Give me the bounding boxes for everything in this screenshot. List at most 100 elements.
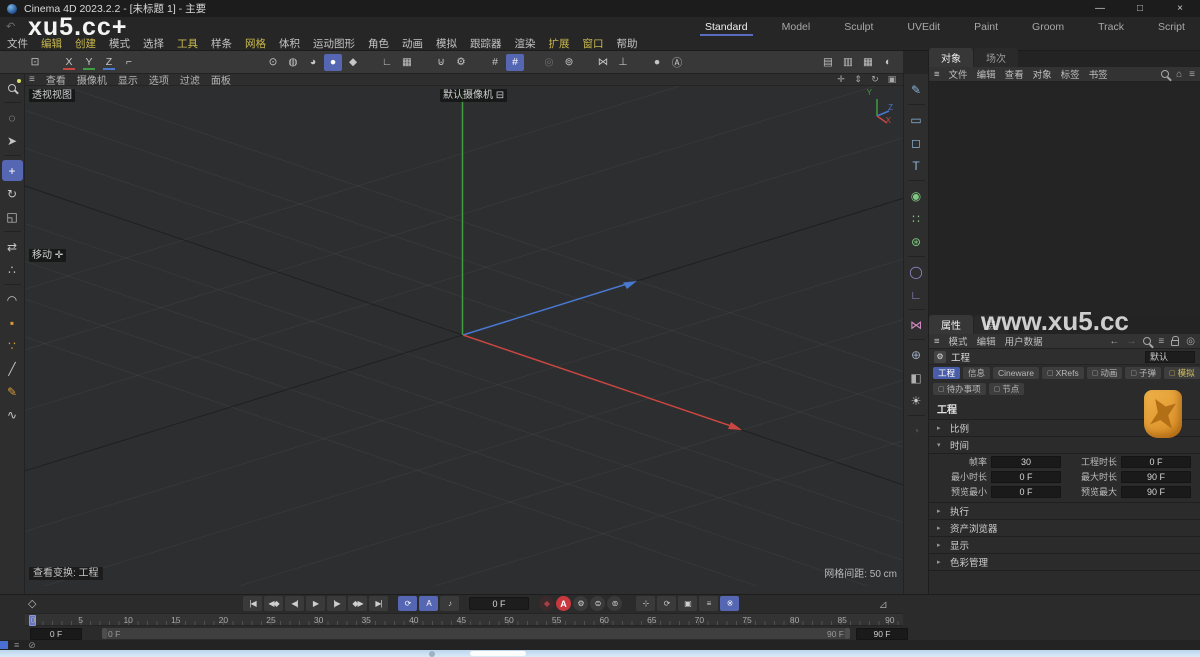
fcurve-editor-icon[interactable]: ⊿ — [879, 598, 888, 611]
viewport[interactable]: ≡ 查看摄像机显示选项过滤面板✛⇕↻▣ — [25, 74, 903, 594]
spline-primitive-button[interactable]: ▭ — [906, 109, 927, 130]
menu-网格[interactable]: 网格 — [245, 36, 266, 51]
filter-icon[interactable]: ≡ — [1189, 69, 1195, 80]
keyframe-marker-icon[interactable]: ◇ — [28, 597, 36, 610]
view-label[interactable]: 透视视图 — [29, 89, 75, 102]
viewport-menu-面板[interactable]: 面板 — [211, 72, 231, 87]
filter-icon[interactable]: ≡ — [1158, 336, 1164, 347]
attribute-tab-XRefs[interactable]: ▢XRefs — [1042, 367, 1084, 379]
layout-tab-track[interactable]: Track — [1081, 17, 1141, 37]
am-menu-用户数据[interactable]: 用户数据 — [1005, 334, 1043, 348]
menu-样条[interactable]: 样条 — [211, 36, 232, 51]
max-time-input[interactable]: 90 F — [1121, 471, 1191, 483]
spline-arc-pen-button[interactable]: ◠ — [2, 289, 23, 310]
attribute-tab-Cineware[interactable]: Cineware — [993, 367, 1039, 379]
hamburger-icon[interactable]: ≡ — [934, 69, 940, 80]
layout-tab-model[interactable]: Model — [765, 17, 828, 37]
close-button[interactable]: × — [1160, 0, 1200, 17]
menu-工具[interactable]: 工具 — [177, 36, 198, 51]
loop-playback-toggle[interactable]: ⟳ — [398, 596, 417, 611]
keyframe-selection-button[interactable]: ⚙ — [573, 596, 588, 611]
layout-tab-groom[interactable]: Groom — [1015, 17, 1081, 37]
tab-属性[interactable]: 属性 — [929, 315, 973, 334]
record-position-button[interactable]: ⊜ — [590, 596, 605, 611]
attribute-tab-待办事项[interactable]: ▢待办事项 — [933, 383, 986, 395]
menu-模式[interactable]: 模式 — [109, 36, 130, 51]
preview-min-input[interactable]: 0 F — [991, 486, 1061, 498]
section-color-management[interactable]: ▸ 色彩管理 — [929, 554, 1200, 571]
section-asset-browser[interactable]: ▸ 资产浏览器 — [929, 520, 1200, 537]
next-frame-button[interactable]: |▶ — [327, 596, 346, 611]
viewport-menu-过滤[interactable]: 过滤 — [180, 72, 200, 87]
viewport-menu-显示[interactable]: 显示 — [118, 72, 138, 87]
menu-文件[interactable]: 文件 — [7, 36, 28, 51]
tab-对象[interactable]: 对象 — [929, 48, 973, 67]
home-icon[interactable]: ⌂ — [1176, 69, 1182, 80]
record-plc-button[interactable]: ⊹ — [636, 596, 655, 611]
menu-选择[interactable]: 选择 — [143, 36, 164, 51]
render-settings-button[interactable]: ▦ — [859, 54, 877, 71]
edge-mode-button[interactable]: ◍ — [284, 54, 302, 71]
attribute-tab-子弹[interactable]: ▢子弹 — [1125, 367, 1161, 379]
preview-range-slider[interactable]: 0 F 90 F — [102, 628, 850, 639]
layout-tab-uvedit[interactable]: UVEdit — [890, 17, 957, 37]
pan-view-icon[interactable]: ✛ — [834, 74, 848, 86]
range-end-input[interactable]: 90 F — [856, 628, 908, 640]
layout-tab-standard[interactable]: Standard — [688, 17, 765, 37]
menu-窗口[interactable]: 窗口 — [583, 36, 604, 51]
menu-渲染[interactable]: 渲染 — [515, 36, 536, 51]
lock-x-axis-button[interactable]: X — [60, 54, 78, 71]
menu-体积[interactable]: 体积 — [279, 36, 300, 51]
goto-end-button[interactable]: ▶| — [369, 596, 388, 611]
spline-pen-square-button[interactable]: ▪ — [2, 312, 23, 333]
snap-enable-button[interactable]: ⊍ — [432, 54, 450, 71]
attribute-tab-动画[interactable]: ▢动画 — [1087, 367, 1123, 379]
timeline-ruler[interactable]: 051015202530354045505560657075808590 — [25, 613, 903, 626]
menu-扩展[interactable]: 扩展 — [549, 36, 570, 51]
modeling-axis-button[interactable]: ⊚ — [560, 54, 578, 71]
live-selection-button[interactable]: ◌ — [2, 107, 23, 128]
minimize-button[interactable]: — — [1080, 0, 1120, 17]
layout-tab-script[interactable]: Script — [1141, 17, 1200, 37]
forward-icon[interactable]: → — [1126, 336, 1136, 347]
viewport-menu-查看[interactable]: 查看 — [46, 72, 66, 87]
viewport-menu-选项[interactable]: 选项 — [149, 72, 169, 87]
layout-tab-sculpt[interactable]: Sculpt — [827, 17, 890, 37]
tab-场次[interactable]: 场次 — [974, 48, 1018, 67]
am-menu-模式[interactable]: 模式 — [949, 334, 968, 348]
audio-scrub-toggle[interactable]: A — [419, 596, 438, 611]
spline-pen-points-button[interactable]: ∵ — [2, 335, 23, 356]
render-view-button[interactable]: ▤ — [819, 54, 837, 71]
om-menu-查看[interactable]: 查看 — [1005, 67, 1024, 81]
back-icon[interactable]: ← — [1109, 336, 1119, 347]
next-key-button[interactable]: ◆▶ — [348, 596, 367, 611]
menu-创建[interactable]: 创建 — [75, 36, 96, 51]
material-button[interactable]: ◔ — [906, 420, 927, 441]
cloner-object-button[interactable]: ∷ — [906, 208, 927, 229]
section-execution[interactable]: ▸ 执行 — [929, 503, 1200, 520]
quantize-settings-button[interactable]: # — [506, 54, 524, 71]
attribute-tab-工程[interactable]: 工程 — [933, 367, 960, 379]
attribute-tab-模拟[interactable]: ▢模拟 — [1164, 367, 1200, 379]
workplane-icon[interactable]: ▦ — [398, 54, 416, 71]
record-rotation-button[interactable]: ⊚ — [607, 596, 622, 611]
prev-frame-button[interactable]: ◀| — [285, 596, 304, 611]
om-menu-对象[interactable]: 对象 — [1033, 67, 1052, 81]
render-picture-viewer-button[interactable]: ▥ — [839, 54, 857, 71]
search-icon[interactable] — [1161, 70, 1169, 78]
menu-模拟[interactable]: 模拟 — [436, 36, 457, 51]
menu-跟踪器[interactable]: 跟踪器 — [470, 36, 502, 51]
rotate-view-icon[interactable]: ↻ — [868, 74, 882, 86]
light-object-button[interactable]: ☀ — [906, 390, 927, 411]
om-menu-标签[interactable]: 标签 — [1061, 67, 1080, 81]
tab-层[interactable]: 层 — [974, 315, 1008, 334]
menu-帮助[interactable]: 帮助 — [617, 36, 638, 51]
lock-icon[interactable] — [1171, 340, 1179, 346]
am-menu-编辑[interactable]: 编辑 — [977, 334, 996, 348]
project-duration-input[interactable]: 0 F — [1121, 456, 1191, 468]
rotate-tool-button[interactable]: ↻ — [2, 183, 23, 204]
maximize-button[interactable]: □ — [1120, 0, 1160, 17]
layout-tab-paint[interactable]: Paint — [957, 17, 1015, 37]
viewport-menu-摄像机[interactable]: 摄像机 — [77, 72, 107, 87]
min-time-input[interactable]: 0 F — [991, 471, 1061, 483]
